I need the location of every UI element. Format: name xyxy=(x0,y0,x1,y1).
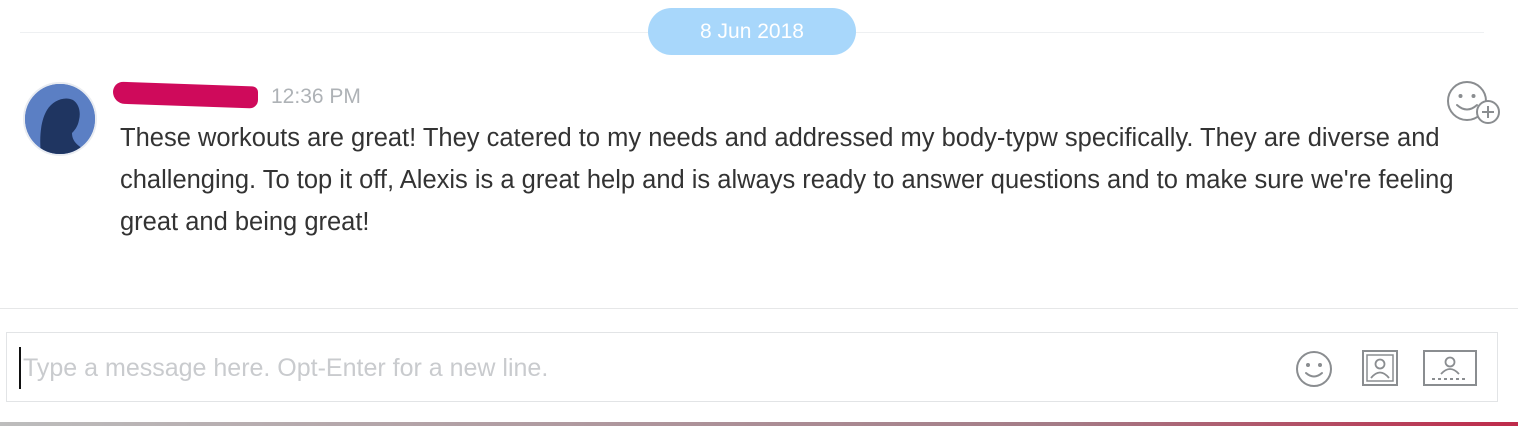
date-separator-pill: 8 Jun 2018 xyxy=(648,8,856,55)
message-timestamp: 12:36 PM xyxy=(271,85,361,108)
person-silhouette-icon xyxy=(25,84,95,154)
contact-card-icon xyxy=(1362,350,1398,386)
sender-name[interactable] xyxy=(113,82,258,106)
composer-divider xyxy=(0,308,1518,309)
window-bottom-edge xyxy=(0,422,1518,426)
message-body: These workouts are great! They catered t… xyxy=(120,124,1454,236)
emoji-button[interactable] xyxy=(1294,349,1334,394)
avatar[interactable] xyxy=(23,82,97,156)
share-contact-button[interactable] xyxy=(1422,349,1478,392)
emoji-icon xyxy=(1296,351,1332,387)
message-input[interactable] xyxy=(19,347,1253,389)
add-reaction-button[interactable] xyxy=(1446,80,1502,130)
message-composer xyxy=(6,332,1498,402)
add-reaction-icon xyxy=(1447,81,1500,124)
send-contact-card-button[interactable] xyxy=(1361,349,1399,392)
chat-window: 8 Jun 2018 12:36 PM These workouts are g… xyxy=(0,0,1518,426)
share-contact-icon xyxy=(1423,350,1477,386)
